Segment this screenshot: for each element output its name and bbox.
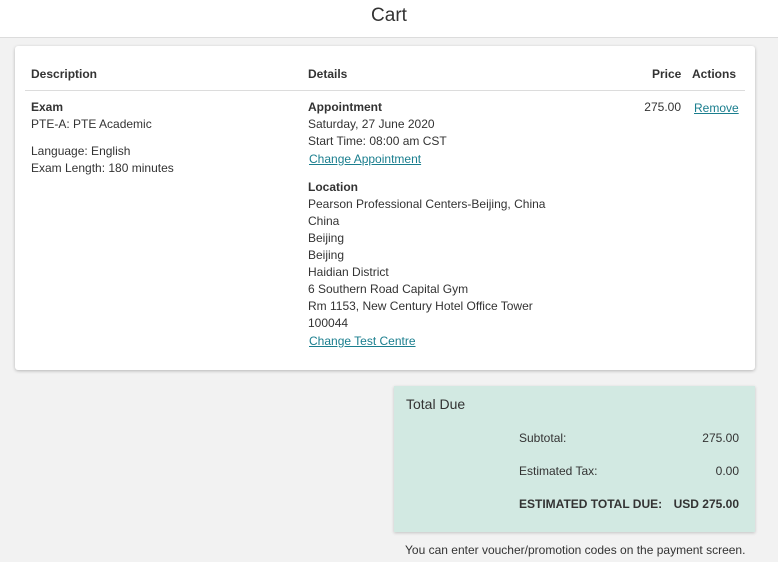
remove-link[interactable]: Remove: [694, 100, 739, 117]
column-header-price: Price: [652, 67, 682, 81]
total-value: USD 275.00: [673, 497, 739, 511]
header-divider: [25, 90, 745, 91]
column-header-description: Description: [31, 67, 98, 81]
appointment-label: Appointment: [308, 100, 382, 114]
column-header-details: Details: [308, 67, 348, 81]
page-title: Cart: [371, 5, 407, 26]
location-line: Beijing: [308, 231, 345, 245]
location-line: China: [308, 214, 340, 228]
change-appointment-link[interactable]: Change Appointment: [309, 151, 421, 168]
location-line: Beijing: [308, 248, 345, 262]
exam-length: Exam Length: 180 minutes: [31, 161, 174, 175]
location-line: Haidian District: [308, 265, 389, 279]
appointment-date: Saturday, 27 June 2020: [308, 117, 435, 131]
tax-value: 0.00: [715, 464, 739, 478]
location-line: Rm 1153, New Century Hotel Office Tower: [308, 299, 533, 313]
change-test-centre-link[interactable]: Change Test Centre: [309, 333, 416, 350]
subtotal-value: 275.00: [702, 431, 739, 445]
total-label: ESTIMATED TOTAL DUE:: [519, 497, 663, 511]
location-line: 6 Southern Road Capital Gym: [308, 282, 469, 296]
location-label: Location: [308, 180, 358, 194]
exam-label: Exam: [31, 100, 64, 114]
location-line: Pearson Professional Centers-Beijing, Ch…: [308, 197, 546, 211]
cart-table: Description Details Price Actions Exam P…: [15, 46, 755, 370]
appointment-start-time: Start Time: 08:00 am CST: [308, 134, 447, 148]
total-due-title: Total Due: [406, 396, 466, 412]
top-bar: Cart: [0, 0, 778, 38]
subtotal-label: Subtotal:: [519, 431, 567, 445]
voucher-note: You can enter voucher/promotion codes on…: [405, 543, 746, 557]
exam-name: PTE-A: PTE Academic: [31, 117, 152, 131]
column-header-actions: Actions: [692, 67, 737, 81]
total-due-panel: Total Due Subtotal: 275.00 Estimated Tax…: [394, 386, 755, 532]
item-price: 275.00: [644, 100, 681, 114]
location-line: 100044: [308, 316, 349, 330]
tax-label: Estimated Tax:: [519, 464, 598, 478]
exam-language: Language: English: [31, 144, 131, 158]
